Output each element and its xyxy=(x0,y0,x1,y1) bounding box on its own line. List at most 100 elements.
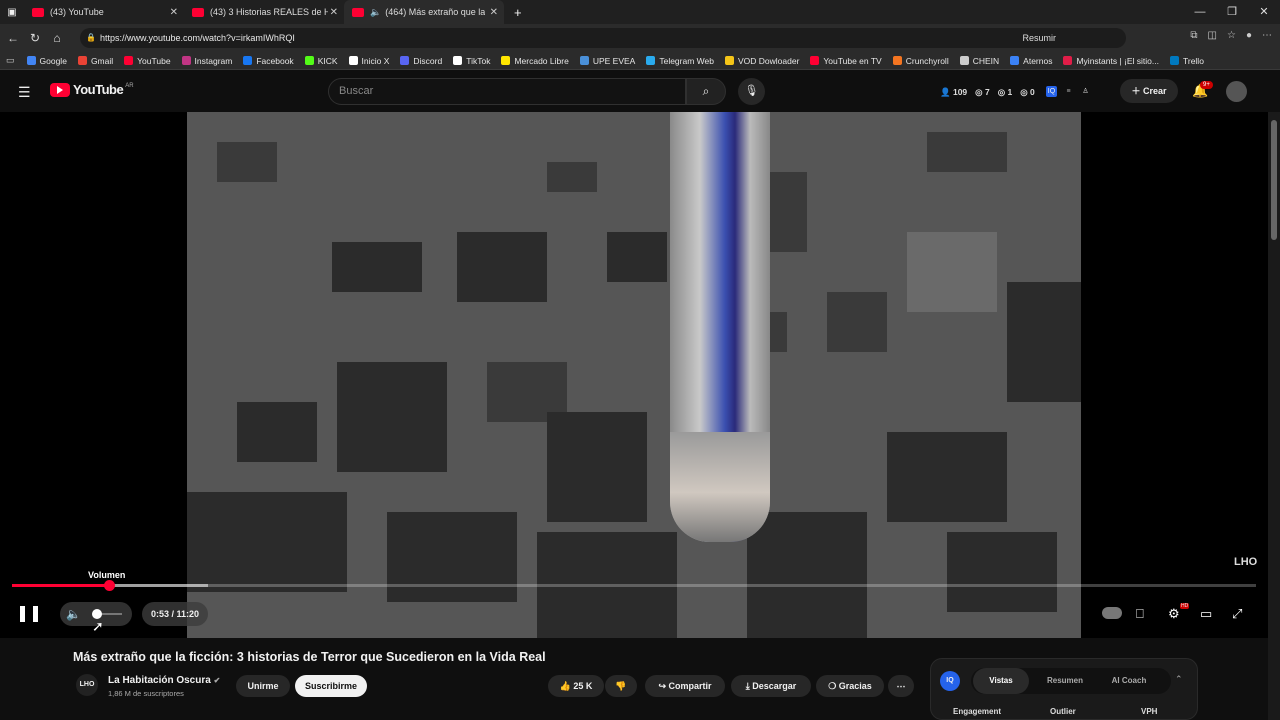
hd-badge: HD xyxy=(1180,603,1190,609)
list-icon[interactable]: ≡ xyxy=(1063,86,1074,97)
youtube-logo[interactable]: YouTube AR xyxy=(50,82,134,97)
search-button[interactable]: ⌕ xyxy=(686,78,726,105)
close-window-icon[interactable]: ✕ xyxy=(1248,0,1280,24)
bookmark-item[interactable]: Google xyxy=(26,56,67,66)
profile-icon[interactable]: ● xyxy=(1246,30,1252,41)
reload-icon[interactable]: ↻ xyxy=(24,31,46,45)
thumbs-down-icon: 👎 xyxy=(615,681,627,691)
tab-actions-icon[interactable]: ▣ xyxy=(0,7,24,18)
close-tab-icon[interactable]: ✕ xyxy=(170,7,178,18)
channel-stats: 👤 109 ◎ 7 ◎ 1 ◎ 0 xyxy=(940,87,1035,97)
url-field[interactable]: 🔒 https://www.youtube.com/watch?v=irkamIW… xyxy=(80,28,1126,48)
bookmark-favicon-icon xyxy=(725,56,734,65)
bookmark-item[interactable]: Mercado Libre xyxy=(501,56,569,66)
account-avatar[interactable] xyxy=(1226,81,1247,102)
bookmark-favicon-icon xyxy=(1063,56,1073,65)
channel-avatar[interactable]: LHO xyxy=(76,674,98,696)
pause-button[interactable] xyxy=(20,606,38,622)
dislike-button[interactable]: 👎 xyxy=(605,675,637,697)
more-icon[interactable]: ⋯ xyxy=(1262,30,1272,41)
bookmark-favicon-icon xyxy=(348,56,358,65)
more-actions-button[interactable]: ⋯ xyxy=(888,675,914,697)
theater-mode-icon[interactable]: ▭ xyxy=(1200,606,1212,622)
bookmark-item[interactable]: Facebook xyxy=(243,56,294,66)
tab-resumen[interactable]: Resumen xyxy=(1037,668,1093,694)
autoplay-toggle[interactable] xyxy=(1102,607,1122,619)
browser-tab-3[interactable]: 🔈(464) Más extraño que la ficción✕ xyxy=(344,0,504,24)
time-display: 0:53 / 11:20 xyxy=(142,602,209,626)
create-button[interactable]: ＋ Crear xyxy=(1120,79,1178,103)
collapse-chevron-icon[interactable]: ⌃ xyxy=(1175,674,1183,685)
fullscreen-icon[interactable]: ⤢ xyxy=(1232,606,1242,622)
bookmark-item[interactable]: Myinstants | ¡El sitio... xyxy=(1063,56,1159,66)
bookmark-item[interactable]: Trello xyxy=(1169,56,1204,66)
minimize-icon[interactable]: — xyxy=(1184,0,1216,24)
search-input[interactable]: Buscar xyxy=(328,78,686,105)
subscribe-button[interactable]: Suscribirme xyxy=(295,675,367,697)
bookmark-item[interactable]: KICK xyxy=(304,56,338,66)
bookmark-item[interactable]: YouTube xyxy=(124,56,171,66)
tab-vistas[interactable]: Vistas xyxy=(973,668,1029,694)
split-screen-icon[interactable]: ◫ xyxy=(1208,30,1217,41)
youtube-favicon-icon xyxy=(32,7,44,17)
browser-tab-2[interactable]: (43) 3 Historias REALES de Horror✕ xyxy=(184,0,344,24)
audio-playing-icon[interactable]: 🔈 xyxy=(370,7,381,18)
share-button[interactable]: ↪ Compartir xyxy=(645,675,725,697)
column-vph: VPH xyxy=(1141,707,1158,716)
download-button[interactable]: ⤓ Descargar xyxy=(731,675,811,697)
browser-tab-1[interactable]: (43) YouTube ✕ xyxy=(24,0,184,24)
progress-bar[interactable] xyxy=(12,580,1256,591)
bookmark-favicon-icon xyxy=(892,56,902,65)
new-tab-icon[interactable]: + xyxy=(514,5,522,20)
site-info-icon[interactable]: 🔒 xyxy=(86,28,96,48)
bookmark-favicon-icon xyxy=(304,56,314,65)
bookmark-item[interactable]: Telegram Web xyxy=(646,56,714,66)
thanks-icon: ❍ xyxy=(828,681,837,691)
hamburger-menu-icon[interactable]: ☰ xyxy=(18,84,31,101)
bookmark-item[interactable]: Crunchyroll xyxy=(892,56,949,66)
bookmark-item[interactable]: VOD Dowloader xyxy=(725,56,799,66)
bookmark-item[interactable]: CHEIN xyxy=(959,56,999,66)
favorites-icon[interactable]: ☆ xyxy=(1227,30,1236,41)
bookmark-item[interactable]: Instagram xyxy=(181,56,232,66)
bookmark-item[interactable]: Inicio X xyxy=(348,56,389,66)
volume-icon[interactable]: 🔈 xyxy=(66,607,81,621)
like-button[interactable]: 👍 25 K xyxy=(548,675,604,697)
extensions-icon[interactable]: ⧉ xyxy=(1190,30,1197,41)
voice-search-icon[interactable]: 🎙 xyxy=(738,78,765,105)
bookmark-item[interactable]: UPE EVEA xyxy=(579,56,635,66)
vidiq-logo: IQ xyxy=(940,671,960,691)
vidiq-icon[interactable]: IQ xyxy=(1046,86,1057,97)
bookmark-item[interactable]: Gmail xyxy=(77,56,113,66)
scrollbar-thumb[interactable] xyxy=(1271,120,1277,240)
close-tab-icon[interactable]: ✕ xyxy=(330,7,338,18)
share-icon: ↪ xyxy=(658,681,666,691)
youtube-header: ☰ YouTube AR Buscar ⌕ 🎙 👤 109 ◎ 7 ◎ 1 ◎ … xyxy=(0,70,1268,112)
tab-ai-coach[interactable]: AI Coach xyxy=(1101,668,1157,694)
bookmark-item[interactable]: YouTube en TV xyxy=(810,56,882,66)
maximize-icon[interactable]: ❐ xyxy=(1216,0,1248,24)
subtitles-icon[interactable]: ⎕ xyxy=(1136,606,1144,622)
back-icon[interactable]: ← xyxy=(2,31,24,45)
bookmark-item[interactable]: Aternos xyxy=(1010,56,1052,66)
page-scrollbar[interactable] xyxy=(1268,112,1280,720)
settings-gear-icon[interactable]: ⚙ xyxy=(1168,606,1180,622)
home-icon[interactable]: ⌂ xyxy=(46,31,68,45)
bookmark-favicon-icon xyxy=(124,56,134,65)
thanks-button[interactable]: ❍ Gracias xyxy=(816,675,884,697)
collections-icon[interactable]: ▭ xyxy=(6,55,15,66)
join-button[interactable]: Unirme xyxy=(236,675,290,697)
bookmark-favicon-icon xyxy=(243,56,253,65)
bookmark-favicon-icon xyxy=(181,56,191,65)
bookmark-favicon-icon xyxy=(646,56,656,65)
badge-icon[interactable]: ♙ xyxy=(1080,86,1091,97)
bookmark-item[interactable]: Discord xyxy=(400,56,442,66)
download-icon: ⤓ xyxy=(745,681,750,691)
resumir-button[interactable]: Resumir xyxy=(1022,28,1056,48)
played-bar xyxy=(12,584,110,587)
channel-name[interactable]: La Habitación Oscura ✔ xyxy=(108,675,220,686)
close-tab-icon[interactable]: ✕ xyxy=(490,7,498,18)
bookmark-item[interactable]: TikTok xyxy=(453,56,490,66)
scrubber-handle[interactable] xyxy=(104,580,116,591)
video-player[interactable]: LHO Volumen 🔈 ➚ 0:53 / 11:20 ⎕ ⚙ HD ▭ ⤢ xyxy=(0,112,1268,638)
